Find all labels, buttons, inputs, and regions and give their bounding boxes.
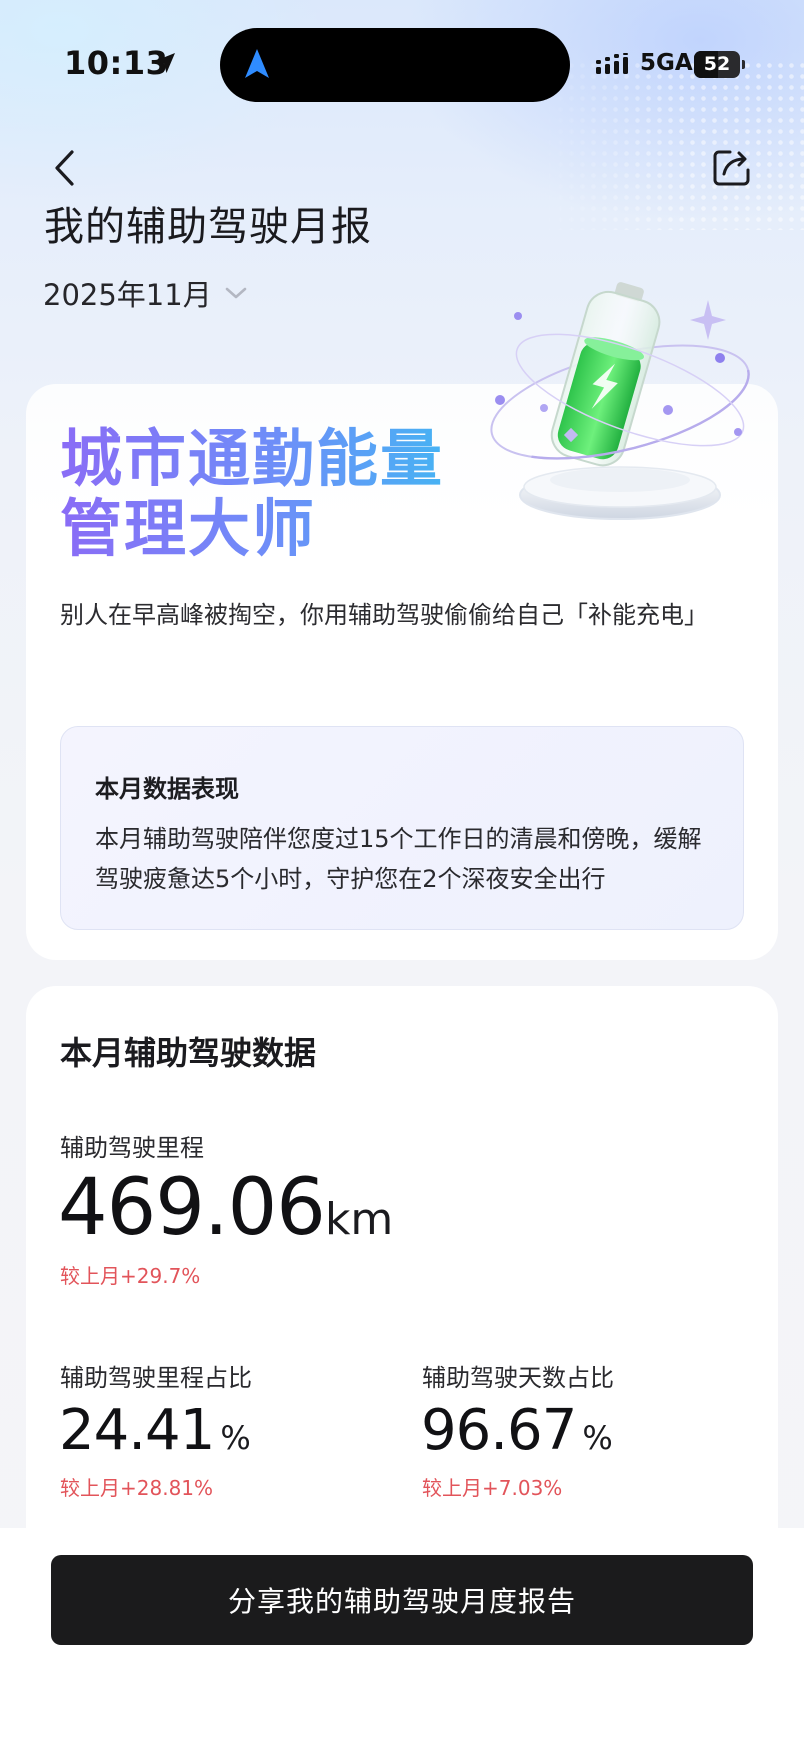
- battery-illustration: [490, 282, 750, 520]
- stats-title: 本月辅助驾驶数据: [60, 1034, 317, 1072]
- chevron-left-icon: [55, 150, 74, 186]
- chevron-down-icon: [225, 287, 247, 299]
- status-bar: 10:13 5GA 52: [0, 0, 804, 130]
- share-report-button[interactable]: 分享我的辅助驾驶月度报告: [51, 1555, 753, 1645]
- days-ratio-label: 辅助驾驶天数占比: [422, 1364, 614, 1392]
- month-selector[interactable]: 2025年11月: [43, 272, 248, 314]
- network-type: 5GA: [640, 50, 693, 76]
- persona-title: 城市通勤能量 管理大师: [60, 424, 460, 564]
- month-label: 2025年11月: [43, 278, 212, 312]
- days-ratio-value: 96.67%: [421, 1396, 613, 1473]
- days-ratio-number: 96.67: [421, 1398, 577, 1463]
- mileage-delta: 较上月+29.7%: [60, 1264, 201, 1288]
- battery-tip: [742, 60, 745, 69]
- navigation-arrow-icon: [245, 49, 269, 78]
- mileage-ratio-value: 24.41%: [59, 1396, 251, 1473]
- back-button[interactable]: [44, 146, 84, 190]
- persona-title-line2: 管理大师: [60, 492, 317, 565]
- share-button[interactable]: [710, 146, 754, 190]
- mileage-label: 辅助驾驶里程: [60, 1134, 204, 1162]
- page-title: 我的辅助驾驶月报: [44, 204, 372, 250]
- mileage-number: 469.06: [58, 1163, 326, 1253]
- mileage-ratio-label: 辅助驾驶里程占比: [60, 1364, 252, 1392]
- monthly-summary-box: 本月数据表现 本月辅助驾驶陪伴您度过15个工作日的清晨和傍晚，缓解驾驶疲惫达5个…: [60, 726, 744, 930]
- mileage-ratio-unit: %: [220, 1419, 251, 1457]
- persona-description: 别人在早高峰被掏空，你用辅助驾驶偷偷给自己「补能充电」: [60, 601, 708, 629]
- share-icon: [713, 150, 750, 186]
- summary-title: 本月数据表现: [95, 775, 239, 803]
- mileage-ratio-delta: 较上月+28.81%: [60, 1476, 214, 1500]
- mileage-unit: km: [324, 1194, 394, 1245]
- location-arrow-icon: [155, 53, 175, 73]
- cellular-signal-icon: [596, 53, 628, 74]
- summary-text: 本月辅助驾驶陪伴您度过15个工作日的清晨和傍晚，缓解驾驶疲惫达5个小时，守护您在…: [95, 825, 702, 893]
- mileage-value: 469.06km: [58, 1160, 393, 1268]
- days-ratio-delta: 较上月+7.03%: [422, 1476, 563, 1500]
- battery-indicator: 52: [694, 51, 740, 78]
- battery-percent: 52: [703, 53, 731, 75]
- days-ratio-unit: %: [582, 1419, 613, 1457]
- mileage-ratio-number: 24.41: [59, 1398, 215, 1463]
- persona-title-line1: 城市通勤能量: [60, 422, 445, 495]
- dynamic-island: [220, 28, 570, 102]
